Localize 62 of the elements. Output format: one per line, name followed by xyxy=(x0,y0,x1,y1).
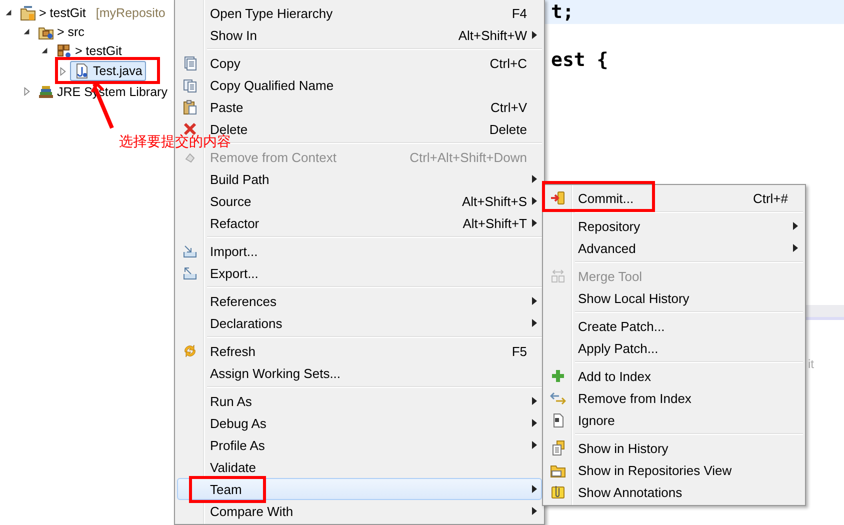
pages-icon xyxy=(182,55,198,71)
expanded-arrow-icon[interactable] xyxy=(40,46,49,55)
collapsed-arrow-icon[interactable] xyxy=(22,87,31,96)
page-icon xyxy=(550,440,566,456)
code-text: t; xyxy=(551,1,574,23)
annotation-text: 选择要提交的内容 xyxy=(119,133,231,151)
menu-item[interactable]: Create Patch... xyxy=(545,315,803,337)
tray-icon xyxy=(182,243,198,259)
menu-item[interactable]: Repository xyxy=(545,215,803,237)
menu-item[interactable]: Assign Working Sets... xyxy=(177,362,542,384)
expanded-arrow-icon[interactable] xyxy=(4,8,13,17)
pages-icon xyxy=(182,77,198,93)
menu-item[interactable]: Remove from Index xyxy=(545,387,803,409)
tree-item[interactable]: > testGit xyxy=(16,2,90,22)
menu-item[interactable]: Ignore xyxy=(545,409,803,431)
books-icon xyxy=(38,84,54,100)
tray-icon xyxy=(182,265,198,281)
menu-item[interactable]: Show Local History xyxy=(545,287,803,309)
clipboard-icon xyxy=(182,99,198,115)
commit-icon xyxy=(550,190,566,206)
menu-item[interactable]: Declarations xyxy=(177,312,542,334)
panel-text: it xyxy=(808,357,814,371)
merge-icon xyxy=(550,268,566,284)
code-text: est { xyxy=(551,49,608,71)
menu-item[interactable]: Compare With xyxy=(177,500,542,522)
menu-item[interactable]: Copy Ctrl+C xyxy=(177,52,542,74)
menu-item[interactable]: Show in Repositories View xyxy=(545,459,803,481)
plus-icon xyxy=(550,368,566,384)
menu-item[interactable]: Open Type Hierarchy F4 xyxy=(177,2,542,24)
tree-item[interactable]: > src xyxy=(34,22,88,42)
menu-item[interactable]: Refactor Alt+Shift+T xyxy=(177,212,542,234)
collapsed-arrow-icon[interactable] xyxy=(58,66,67,76)
menu-item[interactable]: Add to Index xyxy=(545,365,803,387)
tree-item[interactable]: Test.java xyxy=(70,61,146,81)
menu-item[interactable]: Commit... Ctrl+# xyxy=(545,187,803,209)
arrows-icon xyxy=(550,390,566,406)
menu-item[interactable]: Show in History xyxy=(545,437,803,459)
menu-item[interactable]: Run As xyxy=(177,390,542,412)
menu-item[interactable]: Validate xyxy=(177,456,542,478)
repository-label: [myReposito xyxy=(96,6,166,20)
package-icon xyxy=(56,42,72,58)
menu-item[interactable]: Source Alt+Shift+S xyxy=(177,190,542,212)
menu-item[interactable]: Copy Qualified Name xyxy=(177,74,542,96)
menu-item[interactable]: Profile As xyxy=(177,434,542,456)
project-icon xyxy=(20,4,36,20)
tree-item[interactable]: > testGit xyxy=(52,40,126,60)
menu-item[interactable]: Advanced xyxy=(545,237,803,259)
java-file-icon xyxy=(74,63,90,79)
menu-item[interactable]: Paste Ctrl+V xyxy=(177,96,542,118)
menu-item[interactable]: Debug As xyxy=(177,412,542,434)
menu-item[interactable]: Refresh F5 xyxy=(177,340,542,362)
menu-item[interactable]: Build Path xyxy=(177,168,542,190)
refresh-icon xyxy=(182,343,198,359)
menu-item[interactable]: References xyxy=(177,290,542,312)
menu-item[interactable]: Import... xyxy=(177,240,542,262)
menu-item[interactable]: Show Annotations xyxy=(545,481,803,503)
note-icon xyxy=(550,484,566,500)
menu-item[interactable]: Team xyxy=(177,478,542,500)
menu-item[interactable]: Show In Alt+Shift+W xyxy=(177,24,542,46)
menu-item[interactable]: Export... xyxy=(177,262,542,284)
menu-item[interactable]: Apply Patch... xyxy=(545,337,803,359)
expanded-arrow-icon[interactable] xyxy=(22,27,31,36)
